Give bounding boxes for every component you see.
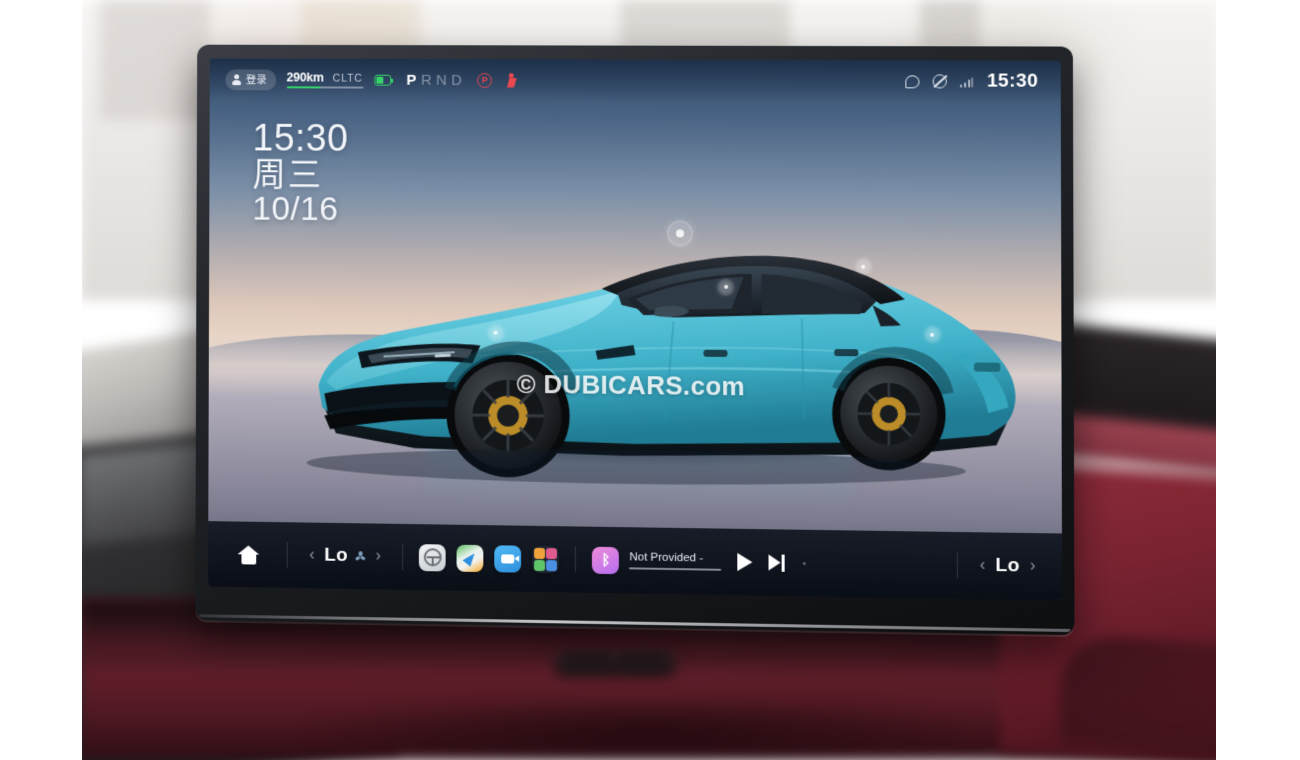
battery-level-bar <box>286 86 364 89</box>
dock-divider <box>956 552 958 579</box>
watermark: © DUBICARS.com <box>516 368 746 401</box>
status-bar-clock: 15:30 <box>986 70 1039 92</box>
climate-right-decrease-button[interactable]: ‹ <box>970 552 996 579</box>
console-shadow <box>300 700 1000 760</box>
app-grid-tile <box>546 559 558 571</box>
login-label: 登录 <box>245 73 268 86</box>
fan-icon <box>354 550 366 562</box>
bluetooth-glyph: ᛒ <box>601 551 611 569</box>
rear-door-hotspot[interactable] <box>857 261 869 273</box>
message-bubble-icon[interactable] <box>905 74 920 88</box>
app-shortcuts <box>419 543 560 573</box>
climate-left-decrease-button[interactable]: ‹ <box>299 542 324 568</box>
seatbelt-warning-icon <box>506 73 519 88</box>
front-wheel-hotspot[interactable] <box>490 327 502 339</box>
media-track-title: Not Provided - <box>629 551 704 565</box>
media-dot <box>803 561 807 565</box>
gear-d: D <box>451 71 463 89</box>
letterbox-left <box>0 0 82 760</box>
trunk-hotspot[interactable] <box>668 222 691 245</box>
app-driving-wheel[interactable] <box>419 543 447 571</box>
person-icon <box>232 74 241 84</box>
center-air-vent-slot <box>620 654 665 670</box>
clock-widget-date: 10/16 <box>252 190 339 229</box>
status-bar-left: 登录 290km CLTC P R N D P <box>225 68 519 91</box>
showroom-shape <box>920 0 980 50</box>
parking-brake-icon: P <box>477 72 493 88</box>
media-player: ᛒ Not Provided - <box>592 546 814 577</box>
battery-icon[interactable] <box>374 74 391 86</box>
app-navigation[interactable] <box>456 544 484 572</box>
mute-icon[interactable] <box>932 74 948 89</box>
rear-quarter-hotspot[interactable] <box>926 328 938 340</box>
clock-widget-weekday: 周三 <box>252 156 324 195</box>
media-progress-bar[interactable] <box>629 567 722 571</box>
bluetooth-icon[interactable]: ᛒ <box>592 546 620 574</box>
center-air-vent-slot <box>565 654 610 670</box>
app-grid-tile <box>534 559 546 571</box>
range-standard: CLTC <box>332 72 363 85</box>
charge-port-hotspot[interactable] <box>720 281 732 293</box>
range-value: 290km <box>286 70 324 85</box>
navigation-arrow-icon <box>462 549 479 567</box>
clock-widget[interactable]: 15:30 周三 10/16 <box>252 117 349 229</box>
infotainment-display-bezel: 登录 290km CLTC P R N D P 15:30 15:30 周三 1… <box>195 44 1075 636</box>
range-indicator[interactable]: 290km CLTC <box>286 70 364 89</box>
climate-right-temp: Lo <box>995 554 1020 577</box>
climate-right-control[interactable]: Lo <box>995 555 1019 578</box>
status-bar: 登录 290km CLTC P R N D P 15:30 <box>209 58 1061 103</box>
climate-right-increase-button[interactable]: › <box>1020 553 1046 580</box>
gear-selector-display: P R N D <box>407 71 463 88</box>
dock-divider <box>575 546 577 573</box>
app-camera[interactable] <box>494 544 522 573</box>
gear-r: R <box>420 71 433 89</box>
next-track-button[interactable] <box>769 554 785 571</box>
app-grid-tile <box>534 547 546 559</box>
login-button[interactable]: 登录 <box>225 68 276 90</box>
bottom-dock: ‹ Lo › ᛒ Not Provided - ‹ Lo › <box>208 521 1063 601</box>
status-bar-right: 15:30 <box>905 70 1038 93</box>
media-info[interactable]: Not Provided - <box>629 551 722 571</box>
climate-left-control[interactable]: Lo <box>324 544 366 568</box>
home-icon[interactable] <box>238 544 260 564</box>
play-button[interactable] <box>737 552 753 572</box>
infotainment-screen[interactable]: 登录 290km CLTC P R N D P 15:30 15:30 周三 1… <box>208 58 1063 601</box>
letterbox-right <box>1216 0 1300 760</box>
signal-bars-icon <box>960 76 974 88</box>
steering-wheel-icon <box>423 548 442 567</box>
video-camera-icon <box>501 553 515 564</box>
climate-left-temp: Lo <box>324 544 348 566</box>
climate-right-group: ‹ Lo › <box>944 552 1045 580</box>
gear-n: N <box>436 71 448 89</box>
app-grid-tile <box>546 547 558 559</box>
app-drawer[interactable] <box>532 545 560 573</box>
clock-widget-time: 15:30 <box>252 117 349 160</box>
showroom-shape <box>100 0 210 120</box>
dock-divider <box>286 542 288 569</box>
dock-divider <box>402 543 404 570</box>
gear-p: P <box>406 71 417 89</box>
climate-left-increase-button[interactable]: › <box>366 543 391 569</box>
